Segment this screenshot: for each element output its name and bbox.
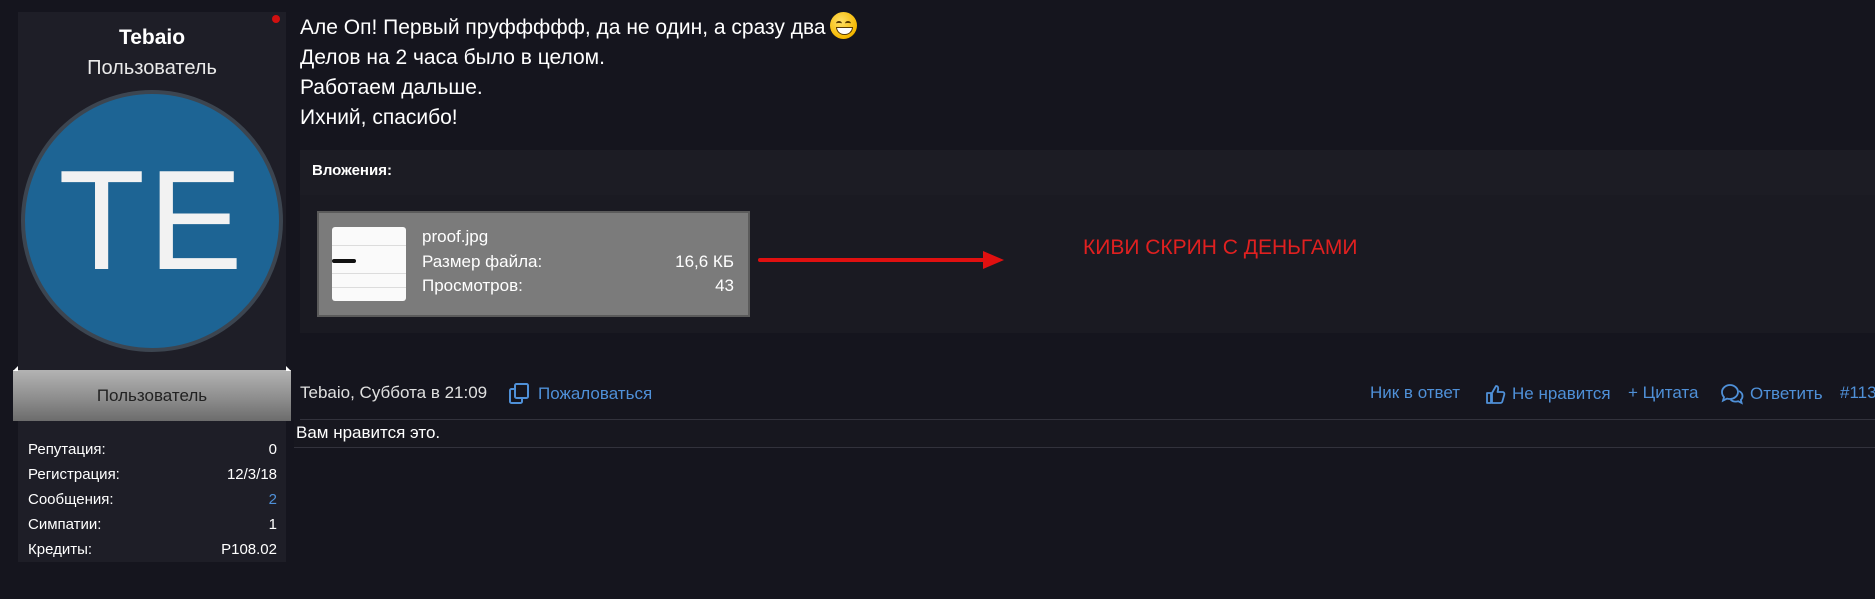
message-line: Ихний, спасибо!	[300, 106, 458, 129]
quote-link[interactable]: + Цитата	[1628, 383, 1698, 403]
file-views-value: 43	[715, 276, 734, 295]
stat-value: 0	[268, 441, 277, 458]
red-arrow-icon	[758, 251, 1004, 269]
reply-label: Ответить	[1750, 384, 1823, 403]
banner-notch-right	[286, 366, 291, 371]
message-line: Работаем дальше.	[300, 76, 483, 99]
grin-smiley-icon	[829, 12, 857, 39]
banner-notch-left	[13, 366, 18, 371]
reply-bubbles-icon	[1721, 384, 1744, 405]
stat-label: Сообщения:	[28, 491, 114, 508]
user-banner: Пользователь	[13, 370, 291, 421]
dislike-link[interactable]: Не нравится	[1484, 383, 1611, 405]
thumb-mark	[332, 259, 356, 263]
thumb-line	[332, 287, 406, 288]
annotation-text: КИВИ СКРИН С ДЕНЬГАМИ	[1083, 236, 1358, 259]
avatar[interactable]: TE	[21, 90, 283, 352]
stat-value: 12/3/18	[226, 466, 277, 483]
message-line-text: Але Оп! Первый пруффффф, да не один, а с…	[300, 16, 826, 39]
online-status-dot	[272, 15, 280, 23]
stat-registration: Регистрация: 12/3/18	[28, 462, 277, 487]
stat-label: Регистрация:	[28, 466, 120, 483]
thumb-line	[332, 245, 406, 246]
likes-summary	[294, 420, 1875, 448]
file-views-label: Просмотров:	[422, 276, 523, 295]
stat-value: 1	[268, 516, 277, 533]
user-title: Пользователь	[87, 57, 217, 79]
message-line: Делов на 2 часа было в целом.	[300, 46, 605, 69]
post-author-date[interactable]: Tebaio, Суббота в 21:09	[300, 383, 487, 403]
attachment-filename-link[interactable]: proof.jpg	[422, 227, 488, 247]
user-stats: Репутация: 0 Регистрация: 12/3/18 Сообще…	[28, 437, 277, 562]
attachment-thumbnail[interactable]	[332, 227, 406, 301]
messages-count-link[interactable]: 2	[269, 487, 277, 512]
stat-reputation: Репутация: 0	[28, 437, 277, 462]
reply-link[interactable]: Ответить	[1720, 383, 1823, 405]
attachment-views-row: Просмотров: 43	[422, 276, 734, 296]
stat-value: P108.02	[221, 541, 277, 558]
file-size-value: 16,6 КБ	[675, 252, 734, 271]
stat-label: Репутация:	[28, 441, 106, 458]
stat-likes: Симпатии: 1	[28, 512, 277, 537]
stat-label: Симпатии:	[28, 516, 102, 533]
message-body: Але Оп! Первый пруффффф, да не один, а с…	[300, 12, 857, 133]
post-number-label: #113	[1840, 383, 1875, 402]
attachment-size-row: Размер файла: 16,6 КБ	[422, 252, 734, 272]
file-size-label: Размер файла:	[422, 252, 543, 271]
stat-messages: Сообщения: 2	[28, 487, 277, 512]
nick-reply-link[interactable]: Ник в ответ	[1370, 383, 1460, 403]
report-icon	[509, 383, 529, 404]
report-link[interactable]: Пожаловаться	[508, 383, 652, 405]
dislike-label: Не нравится	[1512, 384, 1611, 403]
report-label: Пожаловаться	[538, 384, 653, 403]
post-number-link[interactable]: #113	[1840, 383, 1875, 403]
attachments-title: Вложения:	[312, 162, 392, 179]
likes-summary-text: Вам нравится это.	[296, 423, 441, 442]
attachments-header	[300, 150, 1875, 195]
thumb-line	[332, 273, 406, 274]
thumbs-up-icon	[1486, 385, 1506, 404]
username-link[interactable]: Tebaio	[18, 26, 286, 50]
stat-credits: Кредиты: P108.02	[28, 537, 277, 562]
stat-label: Кредиты:	[28, 541, 93, 558]
message-line: Але Оп! Первый пруффффф, да не один, а с…	[300, 12, 857, 43]
quote-label: + Цитата	[1628, 383, 1699, 402]
nick-reply-label: Ник в ответ	[1370, 383, 1461, 402]
